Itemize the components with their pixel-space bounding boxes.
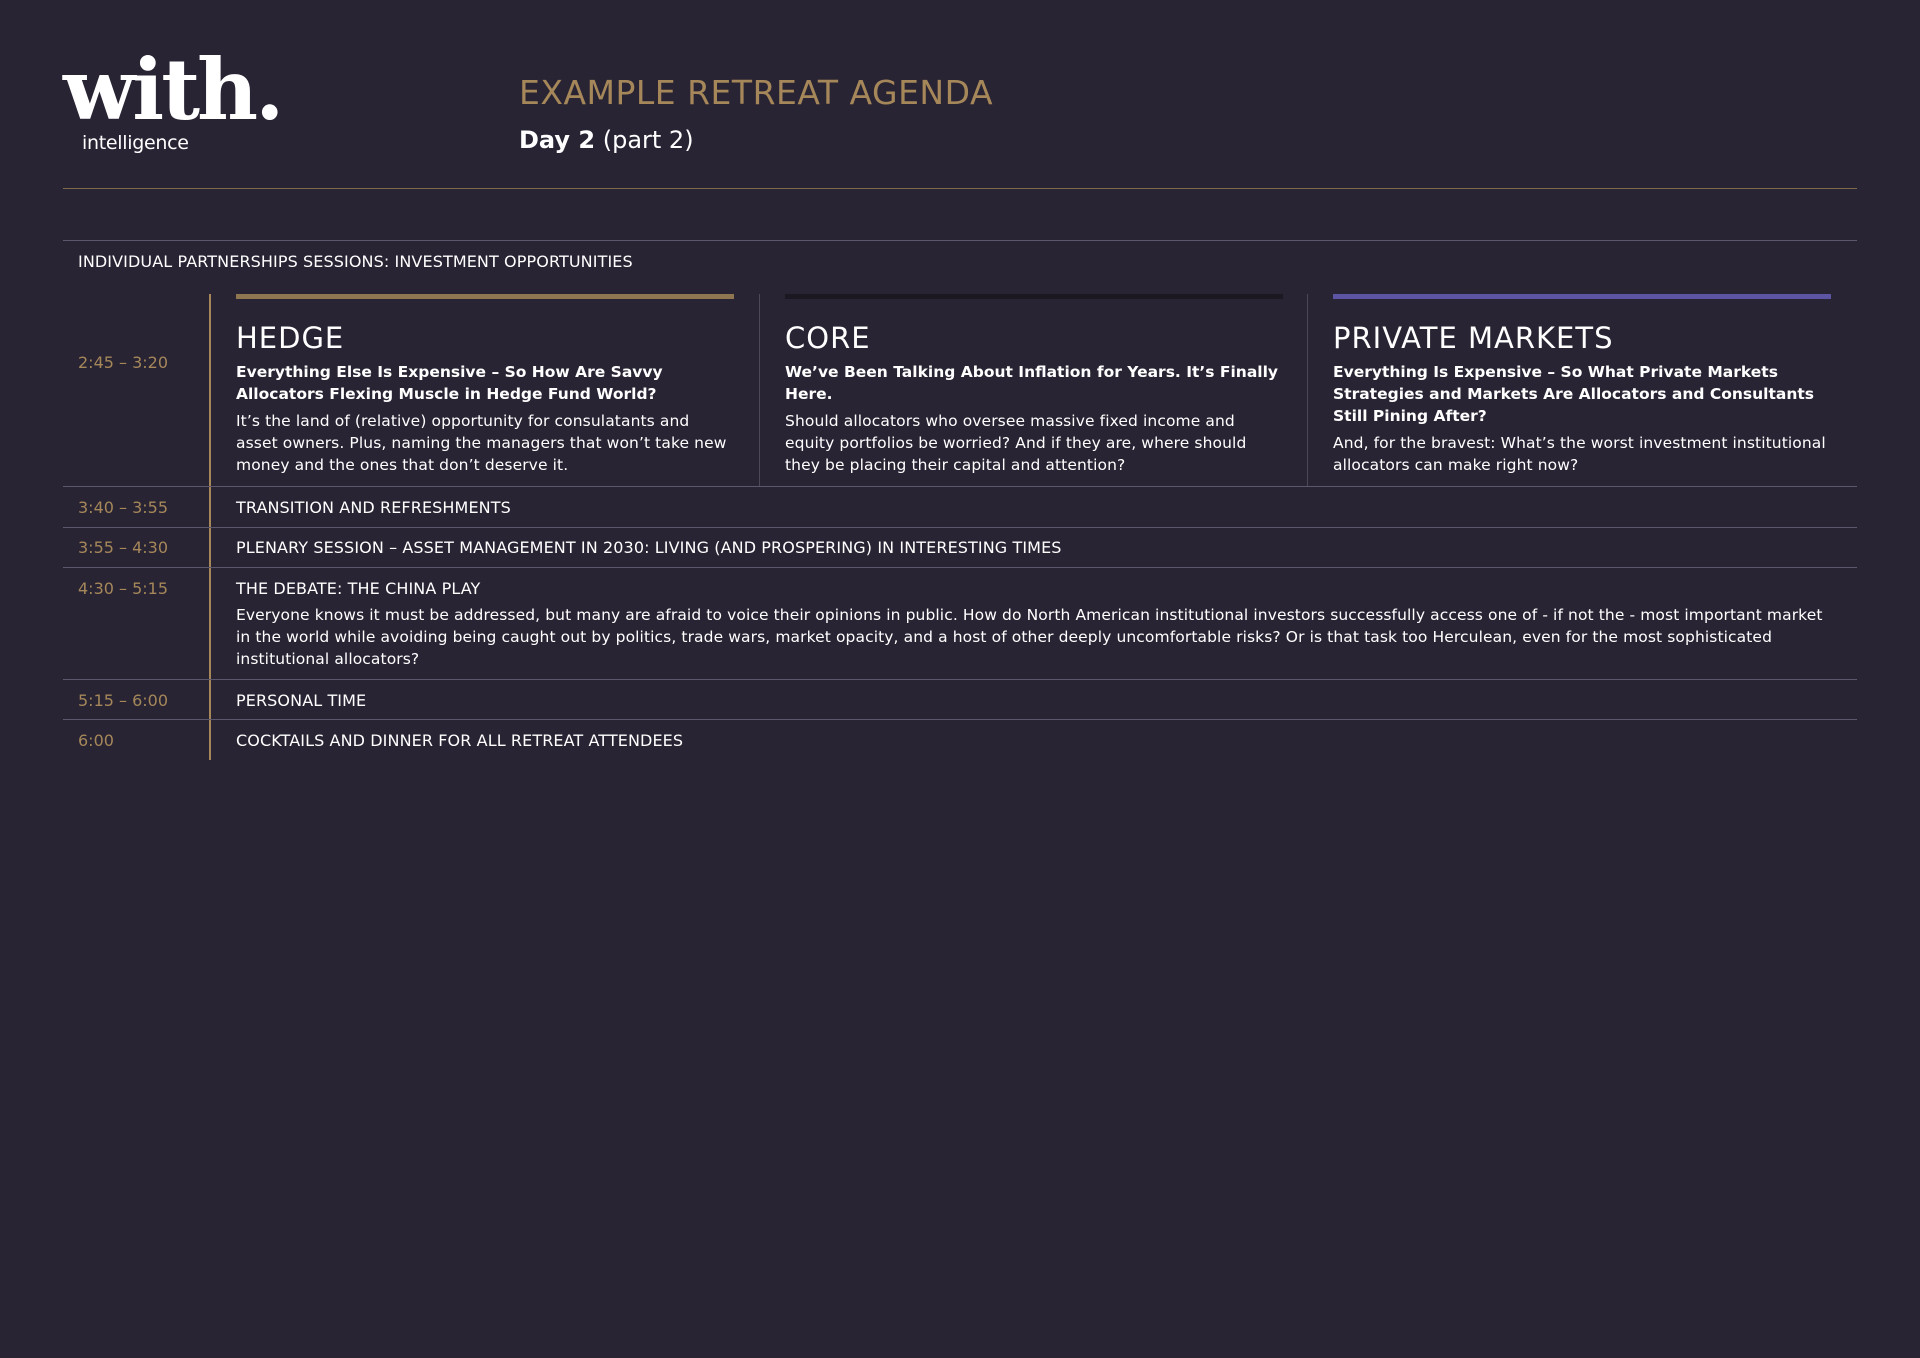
agenda-item-label: PLENARY SESSION – ASSET MANAGEMENT IN 20… — [236, 538, 1062, 557]
agenda-item-description: Everyone knows it must be addressed, but… — [236, 606, 1823, 668]
session-subtitle: We’ve Been Talking About Inflation for Y… — [785, 363, 1279, 403]
time-slot: 3:55 – 4:30 — [78, 538, 169, 557]
session-title: HEDGE — [236, 321, 345, 355]
agenda-item-label: PERSONAL TIME — [236, 691, 367, 710]
session-description: It’s the land of (relative) opportunity … — [236, 412, 727, 474]
agenda-item-label: THE DEBATE: THE CHINA PLAY — [236, 579, 481, 598]
time-slot: 5:15 – 6:00 — [78, 691, 169, 710]
agenda-item-label: TRANSITION AND REFRESHMENTS — [236, 498, 511, 517]
row-divider — [63, 719, 1857, 720]
section-header: INDIVIDUAL PARTNERSHIPS SESSIONS: INVEST… — [78, 252, 633, 271]
logo-wordmark: with. — [63, 40, 284, 139]
header-divider — [63, 188, 1857, 189]
session-column-core: CORE We’ve Been Talking About Inflation … — [785, 294, 1285, 476]
row-divider — [63, 527, 1857, 528]
hedge-accent-bar — [236, 294, 734, 299]
row-divider — [63, 486, 1857, 487]
day-heading: Day 2 (part 2) — [519, 124, 694, 156]
with-intelligence-logo: with. intelligence — [63, 40, 284, 155]
session-title: PRIVATE MARKETS — [1333, 321, 1614, 355]
session-description: And, for the bravest: What’s the worst i… — [1333, 434, 1826, 474]
session-subtitle: Everything Is Expensive – So What Privat… — [1333, 363, 1815, 425]
time-slot: 2:45 – 3:20 — [78, 353, 169, 372]
private-markets-accent-bar — [1333, 294, 1831, 299]
time-slot: 4:30 – 5:15 — [78, 579, 169, 598]
row-divider — [63, 679, 1857, 680]
core-accent-bar — [785, 294, 1283, 299]
time-slot: 3:40 – 3:55 — [78, 498, 169, 517]
page-title: EXAMPLE RETREAT AGENDA — [519, 73, 994, 112]
session-subtitle: Everything Else Is Expensive – So How Ar… — [236, 363, 663, 403]
time-slot: 6:00 — [78, 731, 114, 750]
column-divider — [1307, 294, 1308, 486]
day-number: Day 2 — [519, 126, 596, 154]
session-column-hedge: HEDGE Everything Else Is Expensive – So … — [236, 294, 736, 476]
row-divider — [63, 567, 1857, 568]
logo-subtitle: intelligence — [82, 132, 189, 154]
agenda-item-label: COCKTAILS AND DINNER FOR ALL RETREAT ATT… — [236, 731, 684, 750]
column-divider — [759, 294, 760, 486]
day-part: (part 2) — [602, 126, 694, 154]
session-column-private-markets: PRIVATE MARKETS Everything Is Expensive … — [1333, 294, 1833, 476]
section-top-divider — [63, 240, 1857, 241]
session-description: Should allocators who oversee massive fi… — [785, 412, 1247, 474]
session-title: CORE — [785, 321, 871, 355]
